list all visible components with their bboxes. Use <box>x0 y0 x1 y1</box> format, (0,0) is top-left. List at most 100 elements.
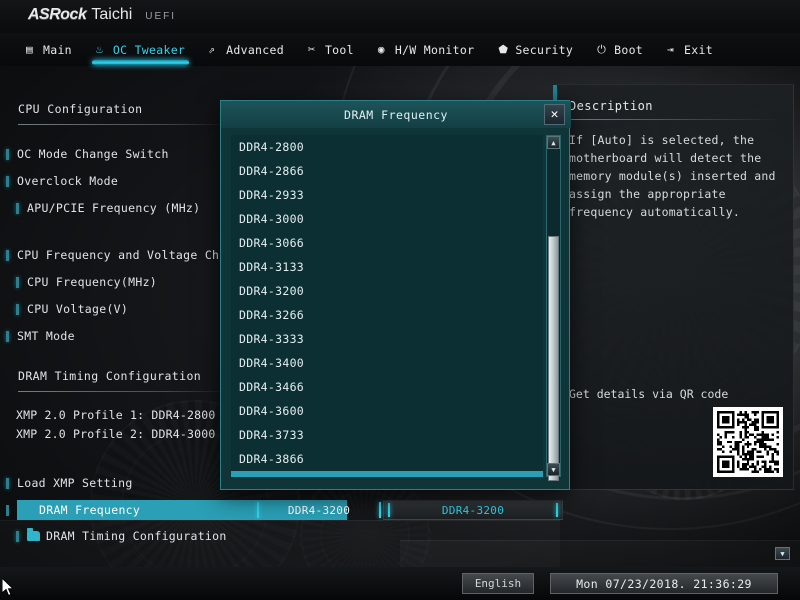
option-oc-mode-change-switch[interactable]: OC Mode Change Switch <box>6 145 169 163</box>
shield-icon <box>498 43 510 56</box>
scroll-up-button[interactable]: ▲ <box>547 136 560 149</box>
option-cpu-frequency-mhz[interactable]: CPU Frequency(MHz) <box>6 273 157 291</box>
bullet-icon <box>16 202 19 214</box>
active-tab-indicator <box>91 60 190 65</box>
option-dram-timing-configuration[interactable]: DRAM Timing Configuration <box>6 527 227 545</box>
option-item-label: DDR4-3466 <box>239 380 305 394</box>
tab-main[interactable]: Main <box>14 33 84 66</box>
option-item[interactable]: DDR4-3333 <box>231 327 543 351</box>
xmp-profile-1: XMP 2.0 Profile 1: DDR4-2800 16- <box>16 408 244 422</box>
section-title-cpu-configuration: CPU Configuration <box>18 102 143 116</box>
datetime-display: Mon 07/23/2018. 21:36:29 <box>550 573 778 594</box>
power-icon <box>597 43 609 57</box>
option-label: CPU Voltage(V) <box>27 302 129 316</box>
option-item[interactable]: DDR4-2866 <box>231 159 543 183</box>
description-panel: Description If [Auto] is selected, the m… <box>553 84 794 490</box>
option-smt-mode[interactable]: SMT Mode <box>6 327 75 345</box>
option-load-xmp-setting[interactable]: Load XMP Setting <box>6 474 133 492</box>
tab-hw-monitor[interactable]: H/W Monitor <box>366 33 486 66</box>
option-item[interactable]: DDR4-3266 <box>231 303 543 327</box>
option-item-label: DDR4-3866 <box>239 452 305 466</box>
divider <box>18 391 228 392</box>
option-item[interactable]: DDR4-3600 <box>231 399 543 423</box>
option-label: CPU Frequency(MHz) <box>27 275 158 289</box>
tab-exit[interactable]: Exit <box>655 33 725 66</box>
qr-code <box>713 407 783 477</box>
tab-label: Tool <box>324 42 354 57</box>
option-item[interactable]: DDR4-3866 <box>231 447 543 471</box>
language-button[interactable]: English <box>462 573 534 594</box>
option-item[interactable]: DDR4-3200 <box>231 279 543 303</box>
list-scroll-down-button[interactable]: ▼ <box>775 547 790 560</box>
option-item-label: DDR4-4000 <box>239 476 304 477</box>
option-item[interactable]: DDR4-2800 <box>231 135 543 159</box>
description-title: Description <box>569 99 653 113</box>
dram-frequency-value-box[interactable]: DDR4-3200 <box>383 500 563 520</box>
tab-label: Boot <box>614 42 644 57</box>
dram-frequency-current-value: DDR4-3200 <box>253 500 385 520</box>
option-item[interactable]: DDR4-3466 <box>231 375 543 399</box>
option-label: APU/PCIE Frequency (MHz) <box>27 201 201 215</box>
tab-oc-tweaker[interactable]: OC Tweaker <box>84 33 197 66</box>
dialog-scrollbar[interactable]: ▲ ▼ <box>546 135 561 481</box>
option-item-selected[interactable]: DDR4-4000 <box>231 471 543 477</box>
star-icon <box>208 43 221 56</box>
tab-label: Advanced <box>226 42 284 57</box>
qr-note: Get details via QR code <box>569 387 729 401</box>
description-body: If [Auto] is selected, the motherboard w… <box>569 133 776 219</box>
close-icon[interactable]: ✕ <box>544 104 565 125</box>
scroll-down-button[interactable]: ▼ <box>547 463 560 476</box>
dram-frequency-dialog: DRAM Frequency ✕ DDR4-2800 DDR4-2866 DDR4-… <box>220 100 571 490</box>
scrollbar-thumb[interactable] <box>548 236 559 481</box>
brand-logo: ASRock Taichi UEFI <box>28 6 176 24</box>
tab-boot[interactable]: Boot <box>585 33 655 66</box>
option-label: CPU Frequency and Voltage Change <box>17 248 249 262</box>
option-cpu-voltage-v[interactable]: CPU Voltage(V) <box>6 300 128 318</box>
option-item-label: DDR4-2866 <box>239 164 305 178</box>
option-apu-pcie-frequency[interactable]: APU/PCIE Frequency (MHz) <box>6 199 200 217</box>
tab-label: H/W Monitor <box>394 42 475 57</box>
folder-icon <box>27 528 40 541</box>
flame-icon <box>96 42 108 56</box>
option-item[interactable]: DDR4-3066 <box>231 231 543 255</box>
dram-frequency-option-list[interactable]: DDR4-2800 DDR4-2866 DDR4-2933 DDR4-3000 DDR4… <box>231 135 543 477</box>
tab-advanced[interactable]: Advanced <box>197 33 296 66</box>
list-icon <box>26 43 38 56</box>
settings-list: CPU Configuration OC Mode Change Switch … <box>0 66 250 558</box>
option-item-label: DDR4-3200 <box>239 284 305 298</box>
app-header: ASRock Taichi UEFI <box>0 0 800 33</box>
option-item[interactable]: DDR4-3400 <box>231 351 543 375</box>
option-item-label: DDR4-3600 <box>239 404 305 418</box>
bullet-icon <box>6 504 9 516</box>
exit-icon <box>667 43 679 56</box>
option-item-label: DDR4-3000 <box>239 212 305 226</box>
section-title-dram-timing-configuration: DRAM Timing Configuration <box>18 369 202 383</box>
tab-security[interactable]: Security <box>486 33 585 66</box>
option-item-label: DDR4-3266 <box>239 308 305 322</box>
option-label: Load XMP Setting <box>17 476 133 490</box>
option-item-label: DDR4-2933 <box>239 188 305 202</box>
bios-screen: ASRock Taichi UEFI Main OC Tweaker Advan… <box>0 0 800 600</box>
option-item-label: DDR4-3133 <box>239 260 305 274</box>
tools-icon <box>308 42 320 56</box>
tab-label: Exit <box>684 42 713 57</box>
option-item[interactable]: DDR4-3733 <box>231 423 543 447</box>
option-item-label: DDR4-2800 <box>239 140 305 154</box>
option-item[interactable]: DDR4-2933 <box>231 183 543 207</box>
option-item[interactable]: DDR4-3133 <box>231 255 543 279</box>
tab-label: Main <box>43 42 72 57</box>
bullet-icon <box>6 249 9 261</box>
option-overclock-mode[interactable]: Overclock Mode <box>6 172 118 190</box>
option-item-label: DDR4-3333 <box>239 332 305 346</box>
tab-tool[interactable]: Tool <box>296 33 366 66</box>
option-label: Overclock Mode <box>17 174 119 188</box>
brand-asrock: ASRock <box>28 6 87 23</box>
main-menubar: Main OC Tweaker Advanced Tool H/W Monito… <box>0 33 800 66</box>
monitor-icon <box>378 43 390 56</box>
option-cpu-frequency-and-voltage-change[interactable]: CPU Frequency and Voltage Change <box>6 246 248 264</box>
bullet-icon <box>6 330 9 342</box>
xmp-profile-2: XMP 2.0 Profile 2: DDR4-3000 16- <box>16 427 244 441</box>
option-item[interactable]: DDR4-3000 <box>231 207 543 231</box>
divider <box>569 119 781 120</box>
option-label: OC Mode Change Switch <box>17 147 169 161</box>
